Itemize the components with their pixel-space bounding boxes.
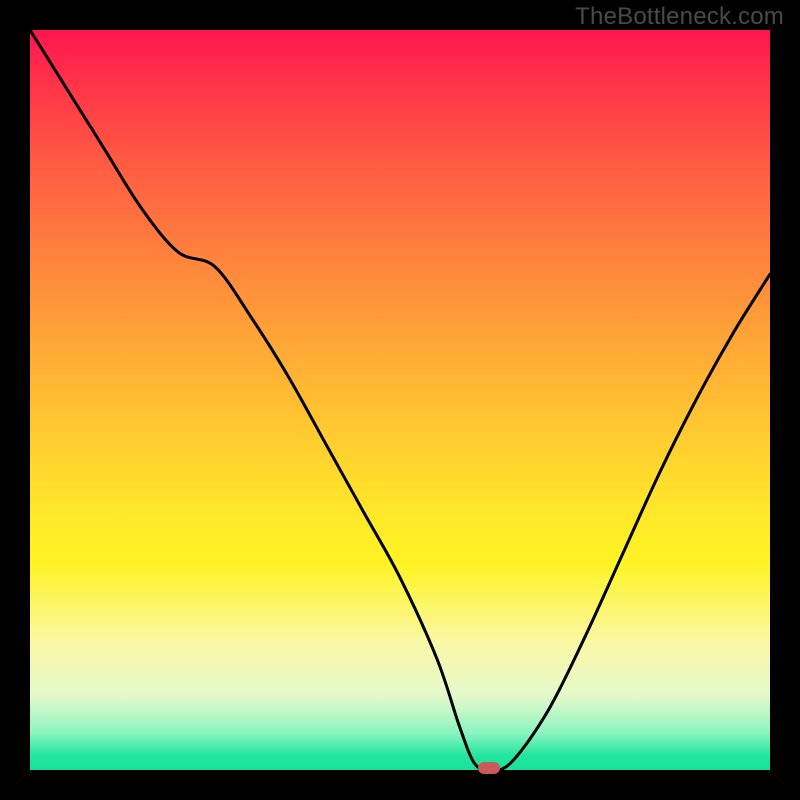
optimum-marker <box>478 762 500 774</box>
watermark-text: TheBottleneck.com <box>575 3 784 31</box>
plot-area <box>30 30 770 770</box>
bottleneck-curve <box>30 30 770 770</box>
chart-frame: TheBottleneck.com <box>0 0 800 800</box>
bottleneck-curve-svg <box>30 30 770 770</box>
